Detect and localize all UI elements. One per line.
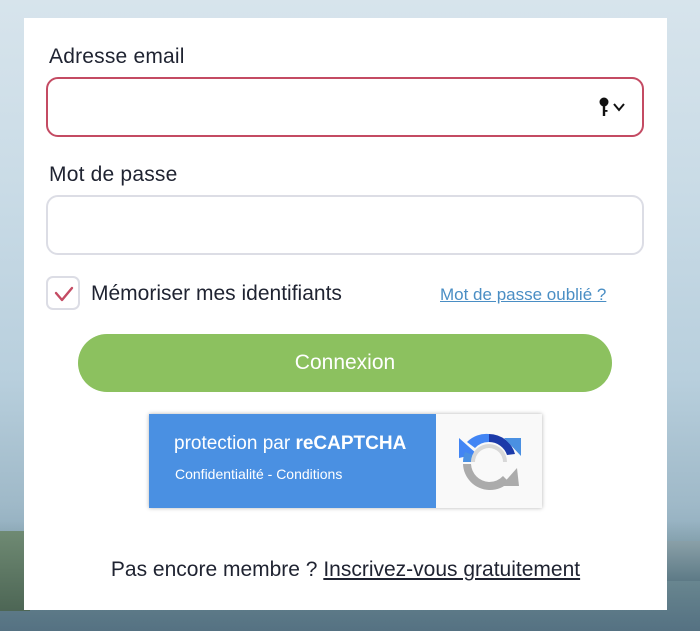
recaptcha-brand: reCAPTCHA bbox=[295, 433, 407, 454]
password-input[interactable] bbox=[62, 197, 606, 255]
chevron-down-icon bbox=[613, 103, 625, 112]
signup-prompt: Pas encore membre ? Inscrivez-vous gratu… bbox=[24, 558, 667, 582]
recaptcha-links: Confidentialité - Conditions bbox=[175, 466, 342, 482]
recaptcha-logo-icon bbox=[459, 433, 521, 491]
email-field[interactable] bbox=[46, 77, 644, 137]
password-field[interactable] bbox=[46, 195, 644, 255]
recaptcha-separator: - bbox=[263, 466, 277, 482]
recaptcha-badge: protection par reCAPTCHA Confidentialité… bbox=[149, 414, 542, 508]
signup-link[interactable]: Inscrivez-vous gratuitement bbox=[323, 558, 580, 581]
check-icon bbox=[54, 286, 74, 302]
signup-prompt-text: Pas encore membre ? bbox=[110, 558, 324, 581]
email-label: Adresse email bbox=[49, 45, 185, 68]
login-card: Adresse email Mot de passe Mémoriser mes… bbox=[24, 18, 667, 610]
email-input[interactable] bbox=[62, 79, 606, 137]
recaptcha-terms-link[interactable]: Conditions bbox=[276, 466, 342, 482]
recaptcha-info-panel: protection par reCAPTCHA Confidentialité… bbox=[149, 414, 436, 508]
remember-label[interactable]: Mémoriser mes identifiants bbox=[91, 282, 342, 306]
password-manager-button[interactable] bbox=[598, 97, 628, 119]
login-button[interactable]: Connexion bbox=[78, 334, 612, 392]
recaptcha-privacy-link[interactable]: Confidentialité bbox=[175, 466, 264, 482]
forgot-password-link[interactable]: Mot de passe oublié ? bbox=[440, 285, 606, 305]
recaptcha-title: protection par reCAPTCHA bbox=[174, 433, 406, 455]
recaptcha-title-prefix: protection par bbox=[174, 433, 296, 454]
password-label: Mot de passe bbox=[49, 163, 178, 186]
key-icon bbox=[599, 97, 609, 116]
remember-checkbox[interactable] bbox=[46, 276, 80, 310]
background-rocks bbox=[664, 541, 700, 581]
